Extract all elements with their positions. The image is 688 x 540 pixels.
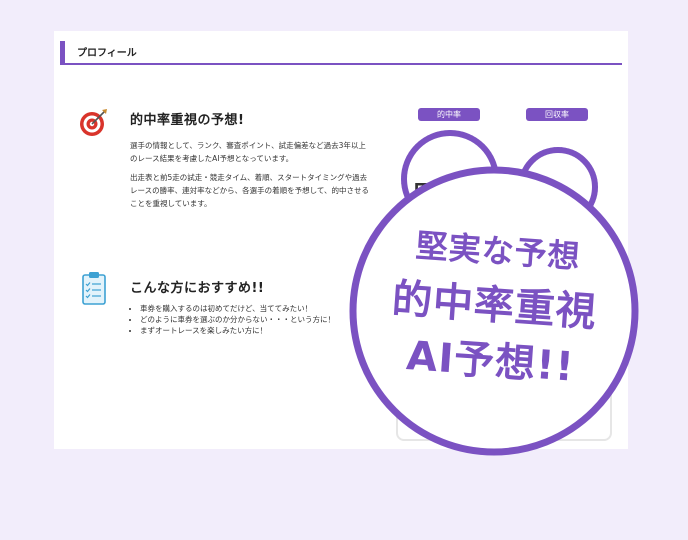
target-icon xyxy=(80,109,107,136)
header-accent-bar xyxy=(60,41,65,63)
list-item: 車券を購入するのは初めてだけど、当ててみたい！ xyxy=(140,303,380,314)
promo-badge: 堅実な予想 的中率重視 AI予想!! xyxy=(346,163,642,459)
prediction-description: 選手の情報として、ランク、審査ポイント、試走偏差など過去3年以上のレース結果を考… xyxy=(130,139,370,216)
hit-rate-label: 的中率 xyxy=(418,108,480,121)
profile-title: プロフィール xyxy=(77,48,137,59)
badge-text-group: 堅実な予想 的中率重視 AI予想!! xyxy=(336,153,652,469)
clipboard-checklist-icon xyxy=(82,272,106,305)
prediction-paragraph-2: 出走表と前5走の試走・競走タイム、着順、スタートタイミングや過去レースの勝率、連… xyxy=(130,173,370,208)
recovery-rate-label: 回収率 xyxy=(526,108,588,121)
profile-header: プロフィール xyxy=(60,41,622,65)
prediction-paragraph-1: 選手の情報として、ランク、審査ポイント、試走偏差など過去3年以上のレース結果を考… xyxy=(130,141,366,163)
prediction-title: 的中率重視の予想! xyxy=(130,113,245,128)
recommend-title: こんな方におすすめ!! xyxy=(130,281,265,296)
recommend-list: 車券を購入するのは初めてだけど、当ててみたい！ どのように車券を選ぶのか分からな… xyxy=(130,303,380,336)
